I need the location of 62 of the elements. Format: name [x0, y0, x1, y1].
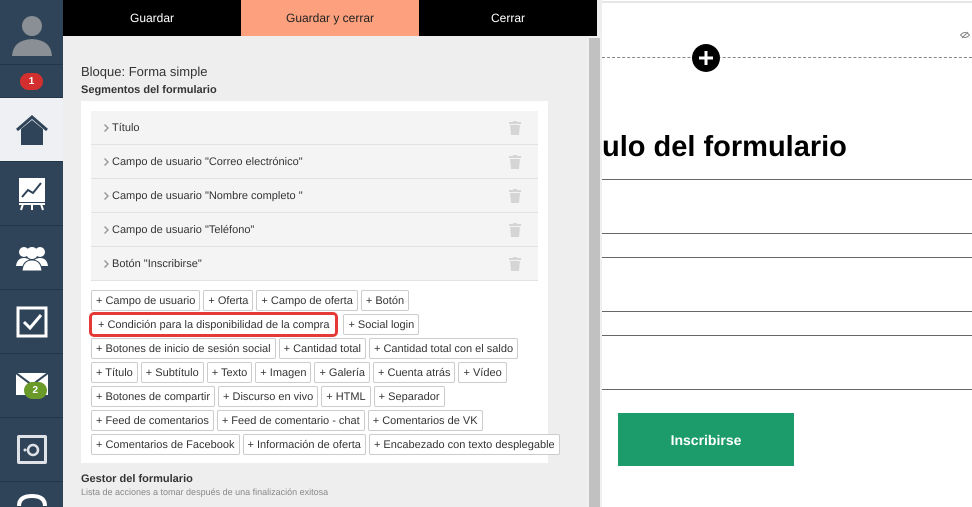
input-field[interactable] — [602, 335, 972, 390]
home-icon — [14, 114, 48, 146]
safe-icon — [16, 434, 48, 466]
hidden-eye-icon[interactable] — [960, 31, 970, 39]
add-element-button[interactable]: + Condición para la disponibilidad de la compra — [89, 312, 338, 337]
checkbox-icon — [16, 306, 48, 338]
add-element-button[interactable]: + Galería — [314, 362, 370, 383]
toolbar-button[interactable]: Guardar y cerrar — [241, 0, 419, 36]
chevron-icon — [104, 192, 109, 200]
toolbar-button[interactable]: Cerrar — [419, 0, 597, 36]
add-element-button[interactable]: + Botones de compartir — [91, 386, 216, 407]
add-element-button[interactable]: + Cuenta atrás — [373, 362, 456, 383]
segment-row[interactable]: Campo de usuario "Teléfono" — [91, 213, 538, 247]
add-element-button[interactable]: + Botones de inicio de sesión social — [91, 338, 276, 359]
segment-label: Campo de usuario "Nombre completo " — [112, 190, 304, 202]
add-element-button[interactable]: + Encabezado con texto desplegable — [368, 434, 560, 455]
add-element-button[interactable]: + Discurso en vivo — [218, 386, 318, 407]
add-element-button[interactable]: + Campo de usuario — [91, 290, 200, 311]
section-heading: Segmentos del formulario — [81, 84, 218, 98]
add-element-button[interactable]: + Texto — [206, 362, 252, 383]
chevron-icon — [104, 124, 109, 132]
add-element-button[interactable]: + Título — [91, 362, 138, 383]
add-element-button[interactable]: + Subtítulo — [140, 362, 204, 383]
block-title: Bloque: Forma simple — [81, 64, 208, 80]
section-heading: Gestor del formulario — [81, 473, 194, 485]
section-description: Lista de acciones a tomar después de una finalización exitosa — [81, 487, 330, 497]
input-field[interactable] — [602, 179, 972, 234]
segment-label: Título — [112, 122, 141, 134]
segment-row[interactable]: Campo de usuario "Correo electrónico" — [91, 145, 538, 179]
add-element-button[interactable]: + Información de oferta — [242, 434, 366, 455]
add-section-icon[interactable] — [692, 44, 720, 72]
toolbar-button[interactable]: Guardar — [63, 0, 241, 36]
segment-label: Campo de usuario "Correo electrónico" — [112, 156, 304, 168]
chart-board-icon — [18, 176, 46, 210]
chevron-icon — [104, 260, 109, 268]
add-element-button[interactable]: + Social login — [343, 314, 420, 335]
segment-label: Botón "Inscribirse" — [112, 258, 203, 270]
segment-row[interactable]: Título — [91, 111, 538, 145]
add-element-button[interactable]: + HTML — [321, 386, 371, 407]
scrollbar[interactable] — [587, 36, 602, 507]
avatar-icon[interactable] — [10, 14, 52, 56]
segment-label: Campo de usuario "Teléfono" — [112, 224, 256, 236]
add-element-button[interactable]: + Botón — [360, 290, 410, 311]
add-element-button[interactable]: + Feed de comentario - chat — [216, 410, 365, 431]
chevron-icon — [104, 226, 109, 234]
add-element-button[interactable]: + Cantidad total con el saldo — [368, 338, 518, 359]
segment-row[interactable]: Botón "Inscribirse" — [91, 247, 538, 281]
chevron-icon — [104, 158, 109, 166]
add-element-button[interactable]: + Separador — [374, 386, 445, 407]
add-element-button[interactable]: + Comentarios de VK — [368, 410, 483, 431]
input-field[interactable] — [602, 257, 972, 312]
form-title: ulo del formulario — [602, 130, 848, 164]
add-element-button[interactable]: + Imagen — [255, 362, 312, 383]
notification-badge: 1 — [20, 72, 44, 90]
add-element-button[interactable]: + Cantidad total — [278, 338, 366, 359]
sidebar-item[interactable] — [0, 97, 63, 161]
add-element-button[interactable]: + Vídeo — [458, 362, 507, 383]
add-element-button[interactable]: + Comentarios de Facebook — [91, 434, 240, 455]
add-element-button[interactable]: + Feed de comentarios — [91, 410, 214, 431]
segment-row[interactable]: Campo de usuario "Nombre completo " — [91, 179, 538, 213]
add-element-button[interactable]: + Campo de oferta — [256, 290, 358, 311]
add-element-button[interactable]: + Oferta — [203, 290, 254, 311]
